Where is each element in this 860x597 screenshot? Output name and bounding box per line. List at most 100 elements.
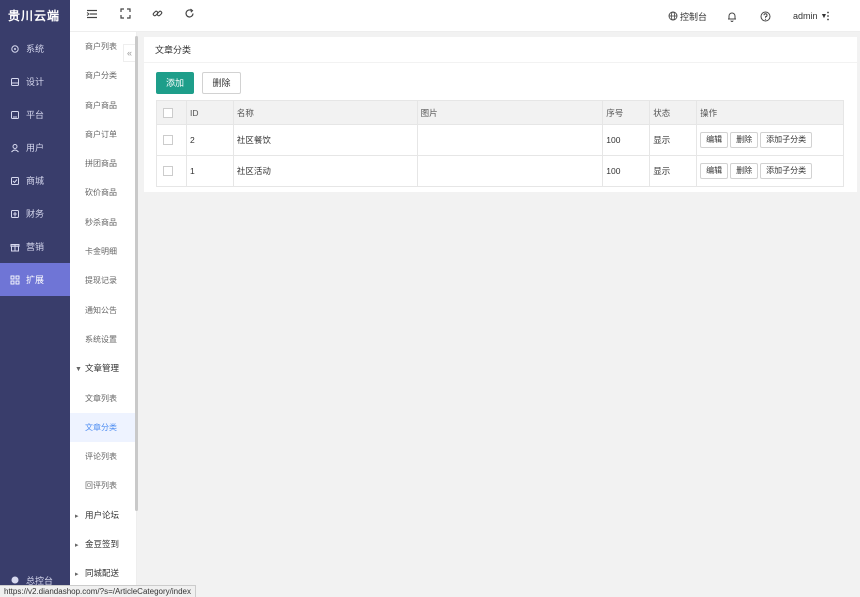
user-name: admin <box>793 11 818 21</box>
submenu-group-forum[interactable]: ▸ 用户论坛 <box>70 501 136 530</box>
cell-ops: 编辑 删除 添加子分类 <box>696 155 844 187</box>
caret-right-icon: ▸ <box>75 512 79 520</box>
submenu-item-article-list[interactable]: 文章列表 <box>70 384 136 413</box>
nav-item-design[interactable]: 设计 <box>0 65 70 98</box>
shop-icon <box>11 176 19 185</box>
more-vertical-icon[interactable] <box>826 0 830 32</box>
submenu-item-withdraw-records[interactable]: 提现记录 <box>70 266 136 295</box>
cell-name: 社区餐饮 <box>232 124 418 156</box>
cell-status[interactable]: 显示 <box>649 124 698 156</box>
fullscreen-icon[interactable] <box>117 8 133 24</box>
submenu-item-group-goods[interactable]: 拼团商品 <box>70 149 136 178</box>
submenu-item-reply-list[interactable]: 回评列表 <box>70 471 136 500</box>
nav-item-system[interactable]: 系统 <box>0 32 70 65</box>
caret-down-icon: ▼ <box>75 366 82 374</box>
design-icon <box>11 77 19 86</box>
submenu-item-seckill-goods[interactable]: 秒杀商品 <box>70 208 136 237</box>
sub-menu: 商户列表 商户分类 商户商品 商户订单 拼团商品 砍价商品 秒杀商品 卡金明细 … <box>70 32 137 597</box>
cell-id: 1 <box>185 155 234 187</box>
browser-status-url: https://v2.diandashop.com/?s=/ArticleCat… <box>0 585 196 597</box>
row-delete-button[interactable]: 删除 <box>730 163 759 179</box>
cell-order: 100 <box>602 124 651 156</box>
table-header-row: ID 名称 图片 序号 状态 操作 <box>156 100 844 125</box>
user-menu[interactable]: admin ▼ <box>793 0 827 32</box>
apps-icon <box>10 275 20 284</box>
header-name: 名称 <box>232 100 418 125</box>
nav-item-user[interactable]: 用户 <box>0 131 70 164</box>
nav-item-finance[interactable]: 财务 <box>0 197 70 230</box>
nav-item-platform[interactable]: 平台 <box>0 98 70 131</box>
help-icon[interactable] <box>760 0 771 32</box>
submenu-scrollbar[interactable] <box>135 36 138 511</box>
platform-icon <box>11 110 19 119</box>
main-sidebar: 贵川云端 系统 设计 平台 用户 商城 财务 营销 扩展 总控台 <box>0 0 70 597</box>
cell-name: 社区活动 <box>232 155 418 187</box>
submenu-item-merchant-goods[interactable]: 商户商品 <box>70 91 136 120</box>
submenu-group-label: 文章管理 <box>85 363 120 374</box>
settings-icon <box>11 44 19 53</box>
nav-item-shop[interactable]: 商城 <box>0 164 70 197</box>
submenu-group-article[interactable]: ▼ 文章管理 <box>70 354 136 383</box>
gift-icon <box>10 243 20 251</box>
header-ops: 操作 <box>696 100 844 125</box>
add-child-category-button[interactable]: 添加子分类 <box>760 163 813 179</box>
submenu-group-label: 金豆签到 <box>85 539 120 550</box>
delete-button[interactable]: 删除 <box>202 72 241 94</box>
row-checkbox[interactable] <box>163 166 173 177</box>
cell-ops: 编辑 删除 添加子分类 <box>696 124 844 156</box>
submenu-item-merchant-category[interactable]: 商户分类 <box>70 61 136 90</box>
submenu-item-merchant-orders[interactable]: 商户订单 <box>70 120 136 149</box>
console-label: 控制台 <box>680 11 708 22</box>
cell-status[interactable]: 显示 <box>649 155 698 187</box>
submenu-item-comment-list[interactable]: 评论列表 <box>70 442 136 471</box>
select-all-cell <box>156 100 187 125</box>
cell-id: 2 <box>185 124 234 156</box>
header-order: 序号 <box>602 100 651 125</box>
page-title: 文章分类 <box>144 37 857 63</box>
table-row: 2 社区餐饮 100 显示 编辑 删除 添加子分类 <box>156 124 844 156</box>
add-child-category-button[interactable]: 添加子分类 <box>760 132 813 148</box>
cell-order: 100 <box>602 155 651 187</box>
submenu-group-signin[interactable]: ▸ 金豆签到 <box>70 530 136 559</box>
nav-item-marketing[interactable]: 营销 <box>0 230 70 263</box>
row-delete-button[interactable]: 删除 <box>730 132 759 148</box>
edit-button[interactable]: 编辑 <box>700 132 729 148</box>
submenu-group-label: 用户论坛 <box>85 509 120 520</box>
menu-toggle-icon[interactable] <box>84 8 100 24</box>
select-all-checkbox[interactable] <box>163 107 173 118</box>
caret-right-icon: ▸ <box>75 542 79 550</box>
brand-logo: 贵川云端 <box>8 9 61 23</box>
edit-button[interactable]: 编辑 <box>700 163 729 179</box>
content-panel: 文章分类 添加 删除 ID 名称 图片 序号 状态 操作 2 社区餐饮 100 <box>144 37 857 192</box>
refresh-icon[interactable] <box>181 8 197 24</box>
header-status: 状态 <box>649 100 698 125</box>
nav-item-label: 系统 <box>26 44 45 54</box>
submenu-group-label: 同城配送 <box>85 568 120 579</box>
add-button[interactable]: 添加 <box>156 72 194 94</box>
submenu-item-card-details[interactable]: 卡金明细 <box>70 237 136 266</box>
finance-icon <box>11 209 19 218</box>
submenu-item-article-category[interactable]: 文章分类 <box>70 412 136 443</box>
row-select-cell <box>156 124 187 156</box>
nav-item-label: 商城 <box>26 176 45 186</box>
table-row: 1 社区活动 100 显示 编辑 删除 添加子分类 <box>156 155 844 187</box>
top-bar: 控制台 admin ▼ <box>70 0 860 32</box>
submenu-item-bargain-goods[interactable]: 砍价商品 <box>70 178 136 207</box>
row-checkbox[interactable] <box>163 135 173 146</box>
row-select-cell <box>156 155 187 187</box>
submenu-item-system-settings[interactable]: 系统设置 <box>70 325 136 354</box>
nav-item-label: 扩展 <box>26 275 45 285</box>
link-icon[interactable] <box>149 8 165 24</box>
cell-image <box>416 124 604 156</box>
user-icon <box>11 143 19 152</box>
category-table: ID 名称 图片 序号 状态 操作 2 社区餐饮 100 显示 编辑 删除 添加子分… <box>156 100 844 187</box>
submenu-item-notices[interactable]: 通知公告 <box>70 296 136 325</box>
nav-item-extend[interactable]: 扩展 <box>0 263 70 296</box>
header-id: ID <box>185 100 234 125</box>
nav-item-label: 用户 <box>26 143 45 153</box>
console-link[interactable]: 控制台 <box>668 0 707 32</box>
notification-bell-icon[interactable] <box>727 0 737 32</box>
globe-icon <box>668 11 678 21</box>
dashboard-icon <box>11 576 19 584</box>
cell-image <box>416 155 604 187</box>
